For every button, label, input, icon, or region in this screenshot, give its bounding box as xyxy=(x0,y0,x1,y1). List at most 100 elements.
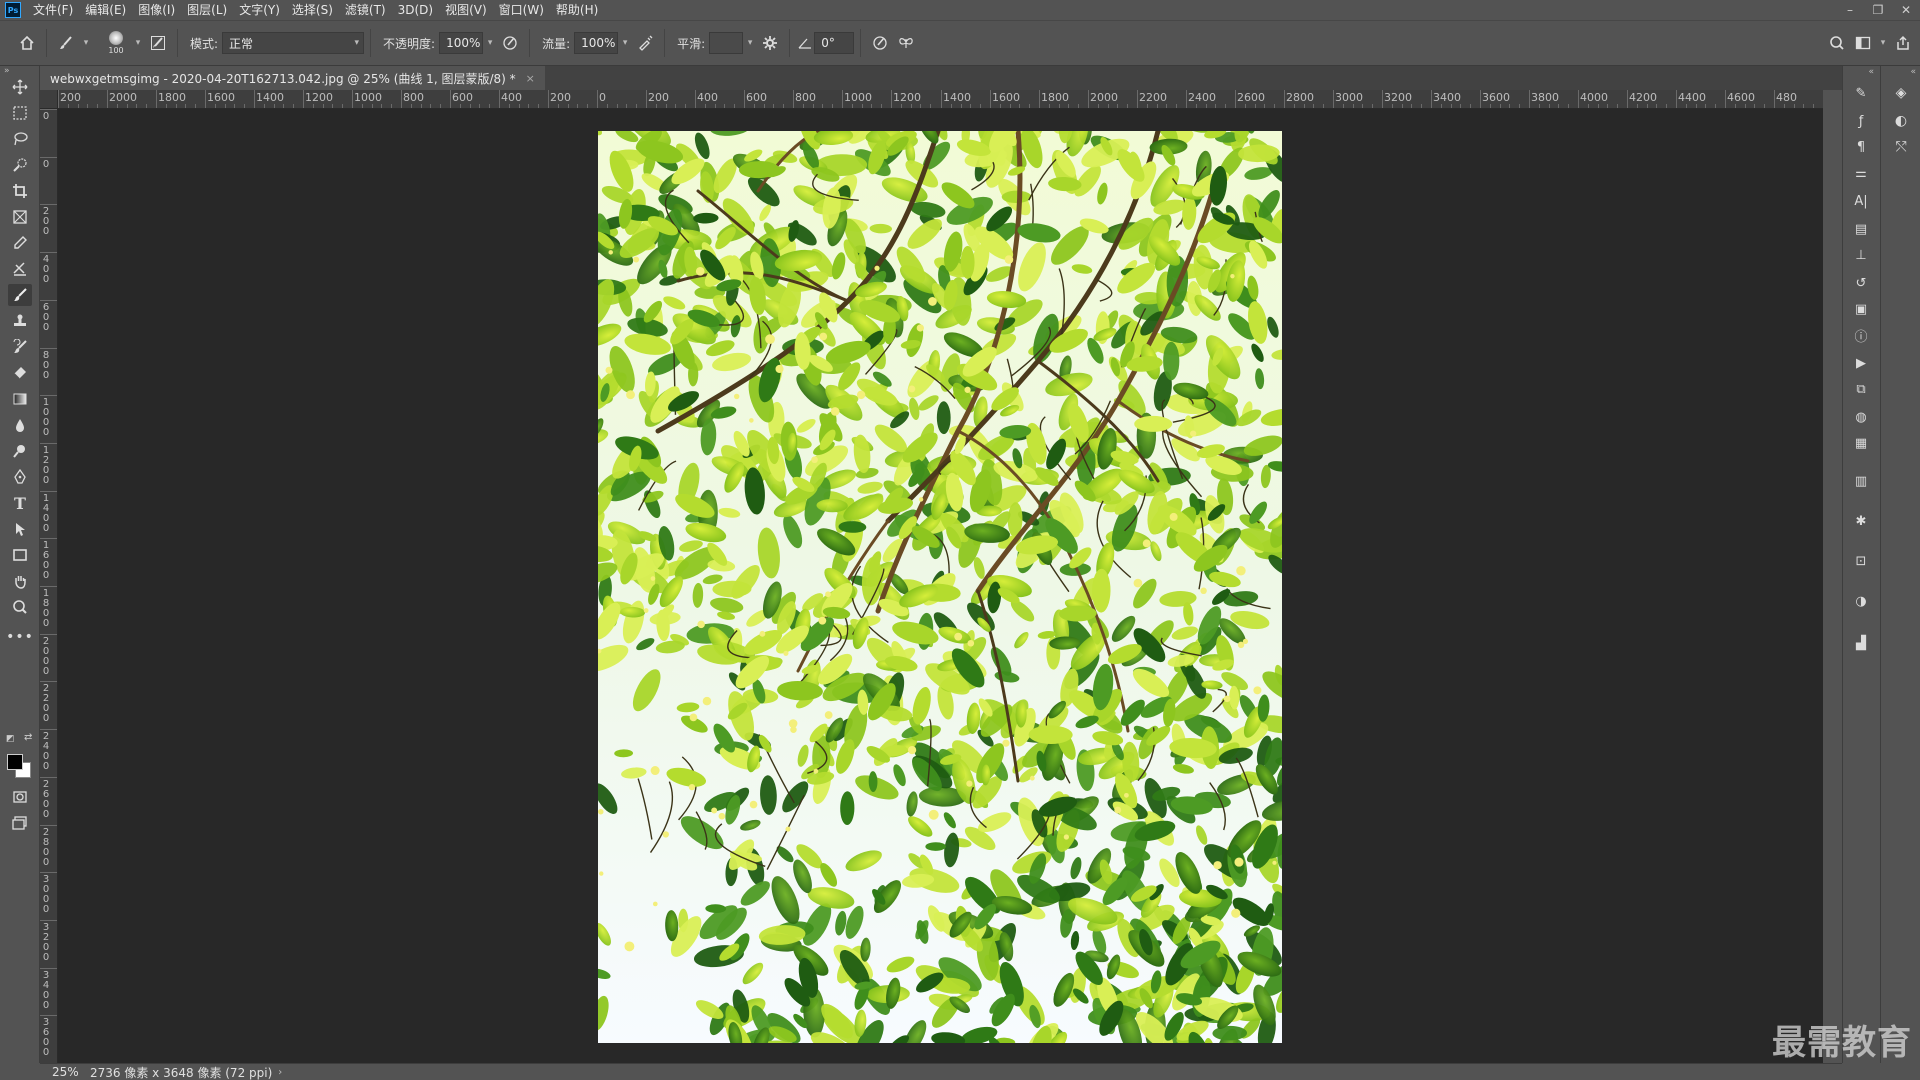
chevron-down-icon[interactable]: ▾ xyxy=(1876,32,1890,54)
history-brush-icon[interactable] xyxy=(8,336,32,358)
zoom-level[interactable]: 25% xyxy=(40,1065,79,1079)
menu-image[interactable]: 图像(I) xyxy=(132,0,181,20)
histogram-icon[interactable]: ▟ xyxy=(1849,632,1873,654)
status-menu-arrow-icon[interactable]: › xyxy=(278,1067,282,1078)
history-icon[interactable]: ↺ xyxy=(1849,272,1873,294)
healing-icon[interactable] xyxy=(8,258,32,280)
close-tab-icon[interactable]: × xyxy=(526,72,535,85)
adjustments-icon[interactable]: ◑ xyxy=(1849,590,1873,612)
zoom-icon[interactable] xyxy=(8,596,32,618)
color-icon[interactable]: ◍ xyxy=(1849,406,1873,428)
pressure-size-icon[interactable] xyxy=(867,30,893,56)
swap-colors-icon[interactable]: ⇄ xyxy=(24,732,32,743)
menu-help[interactable]: 帮助(H) xyxy=(550,0,604,20)
minimize-button[interactable]: – xyxy=(1836,0,1864,20)
home-icon[interactable] xyxy=(14,30,40,56)
lasso-icon[interactable] xyxy=(8,128,32,150)
marquee-icon[interactable] xyxy=(8,102,32,124)
menu-layer[interactable]: 图层(L) xyxy=(181,0,233,20)
menu-file[interactable]: 文件(F) xyxy=(27,0,79,20)
brush-settings-toggle-icon[interactable] xyxy=(145,30,171,56)
menu-window[interactable]: 窗口(W) xyxy=(493,0,550,20)
opacity-input[interactable]: 100% xyxy=(439,32,484,54)
horizontal-ruler[interactable]: 200 2000 1800 1600 1400 1200 1000 800 600 400 200 0… xyxy=(58,90,1823,109)
restore-button[interactable]: ❐ xyxy=(1864,0,1892,20)
screen-mode-icon[interactable] xyxy=(8,812,32,834)
menu-view[interactable]: 视图(V) xyxy=(439,0,493,20)
chevron-down-icon[interactable]: ▾ xyxy=(618,32,632,54)
flow-input[interactable]: 100% xyxy=(574,32,619,54)
clone-source-icon[interactable]: ⊥ xyxy=(1849,244,1873,266)
move-icon[interactable] xyxy=(8,76,32,98)
dodge-icon[interactable] xyxy=(8,440,32,462)
quick-mask-icon[interactable] xyxy=(8,786,32,808)
brush-settings-icon[interactable]: ✎ xyxy=(1849,82,1873,104)
paragraph-icon[interactable]: ¶ xyxy=(1849,136,1873,158)
info-icon[interactable]: ⓘ xyxy=(1849,324,1873,346)
navigator-icon[interactable]: ✱ xyxy=(1849,510,1873,532)
export-icon[interactable]: ⊡ xyxy=(1849,550,1873,572)
expand-arrows-icon[interactable]: » xyxy=(4,66,10,76)
document-image[interactable] xyxy=(598,131,1282,1043)
chevron-down-icon[interactable]: ▾ xyxy=(483,32,497,54)
menu-edit[interactable]: 编辑(E) xyxy=(79,0,132,20)
ruler-tick xyxy=(205,90,206,108)
eraser-icon[interactable] xyxy=(8,362,32,384)
channels-icon[interactable]: ◐ xyxy=(1889,110,1913,132)
path-select-icon[interactable] xyxy=(8,518,32,540)
layers-icon[interactable]: ◈ xyxy=(1889,82,1913,104)
pressure-opacity-icon[interactable] xyxy=(497,30,523,56)
close-window-button[interactable]: ✕ xyxy=(1892,0,1920,20)
play-icon[interactable]: ▶ xyxy=(1849,352,1873,374)
brush-picker[interactable]: 100 xyxy=(101,25,131,61)
frame-icon[interactable] xyxy=(8,206,32,228)
default-colors-icon[interactable]: ◩ xyxy=(6,734,15,744)
vertical-ruler[interactable]: 0 0 200 400 600 800 1000 1200 1400 1600 1800 2000 22… xyxy=(40,109,58,1063)
swatches-icon[interactable]: ⧉ xyxy=(1849,378,1873,400)
more-tools-icon[interactable]: ••• xyxy=(6,626,33,648)
paths-icon[interactable]: ⤲ xyxy=(1889,136,1913,158)
blur-icon[interactable] xyxy=(8,414,32,436)
foreground-color-swatch[interactable] xyxy=(7,754,23,770)
airbrush-icon[interactable] xyxy=(632,30,658,56)
menu-3d[interactable]: 3D(D) xyxy=(392,0,439,20)
search-icon[interactable] xyxy=(1824,30,1850,56)
quick-select-icon[interactable] xyxy=(8,154,32,176)
ruler-corner[interactable] xyxy=(40,90,58,109)
brush-tool-preset-icon[interactable] xyxy=(53,30,79,56)
hand-icon[interactable] xyxy=(8,570,32,592)
actions-icon[interactable]: ▣ xyxy=(1849,298,1873,320)
menu-type[interactable]: 文字(Y) xyxy=(233,0,286,20)
menu-select[interactable]: 选择(S) xyxy=(286,0,339,20)
crop-icon[interactable] xyxy=(8,180,32,202)
gradient-icon[interactable] xyxy=(8,388,32,410)
collapse-arrows-icon[interactable]: « xyxy=(1881,66,1920,78)
menu-filter[interactable]: 滤镜(T) xyxy=(339,0,392,20)
chevron-down-icon[interactable]: ▾ xyxy=(79,32,93,54)
eyedropper-icon[interactable] xyxy=(8,232,32,254)
vertical-scrollbar[interactable] xyxy=(1823,90,1842,1063)
smoothing-input[interactable] xyxy=(709,32,744,54)
properties-icon[interactable]: ⚌ xyxy=(1849,162,1873,184)
smoothing-settings-gear-icon[interactable] xyxy=(757,30,783,56)
chevron-down-icon[interactable]: ▾ xyxy=(131,32,145,54)
libraries-icon[interactable]: ▤ xyxy=(1849,218,1873,240)
brush-icon[interactable] xyxy=(8,284,32,306)
chevron-down-icon[interactable]: ▾ xyxy=(743,32,757,54)
type-icon[interactable]: T xyxy=(8,492,32,514)
symmetry-butterfly-icon[interactable] xyxy=(893,30,919,56)
rectangle-icon[interactable] xyxy=(8,544,32,566)
table-icon[interactable]: ▦ xyxy=(1849,432,1873,454)
canvas-area[interactable] xyxy=(58,109,1823,1063)
share-icon[interactable] xyxy=(1890,30,1916,56)
notes-icon[interactable]: ▥ xyxy=(1849,470,1873,492)
glyphs-icon[interactable]: ƒ xyxy=(1849,110,1873,132)
document-tab[interactable]: webwxgetmsgimg - 2020-04-20T162713.042.j… xyxy=(40,66,545,90)
collapse-arrows-icon[interactable]: « xyxy=(1843,66,1878,78)
mode-select[interactable]: 正常 ▾ xyxy=(222,32,365,54)
stamp-icon[interactable] xyxy=(8,310,32,332)
angle-input[interactable]: 0° xyxy=(814,32,855,54)
pen-icon[interactable] xyxy=(8,466,32,488)
character-icon[interactable]: A| xyxy=(1849,190,1873,212)
workspace-layout-icon[interactable] xyxy=(1850,30,1876,56)
